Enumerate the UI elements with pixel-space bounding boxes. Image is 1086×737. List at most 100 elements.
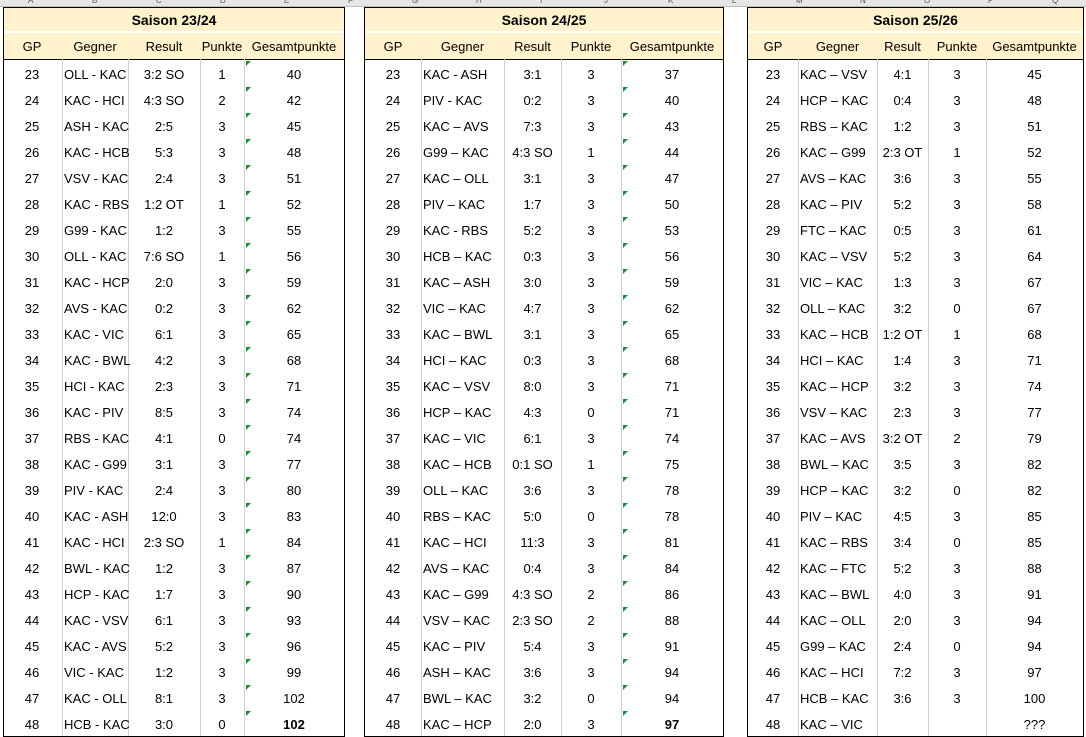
cell-gp[interactable]: 32 [365,294,421,320]
cell-opp[interactable]: HCP – KAC [800,86,877,112]
cell-res[interactable]: 6:1 [128,320,200,346]
table-row[interactable]: 24 HCP – KAC 0:4 3 48 [748,86,1083,112]
cell-tot[interactable]: 52 [244,190,344,216]
cell-res[interactable]: 0:2 [504,86,561,112]
cell-res[interactable]: 1:7 [128,580,200,606]
cell-tot[interactable]: 88 [986,554,1083,580]
cell-pk[interactable]: 3 [200,632,244,658]
cell-res[interactable]: 5:2 [877,242,928,268]
cell-gp[interactable]: 25 [365,112,421,138]
cell-res[interactable]: 0:3 [504,346,561,372]
cell-opp[interactable]: KAC - AVS [64,632,128,658]
cell-opp[interactable]: PIV – KAC [800,502,877,528]
table-row[interactable]: 37 KAC – AVS 3:2 OT 2 79 [748,424,1083,450]
cell-pk[interactable]: 3 [200,554,244,580]
table-row[interactable]: 31 KAC – ASH 3:0 3 59 [365,268,723,294]
cell-tot[interactable]: 100 [986,684,1083,710]
cell-pk[interactable]: 2 [928,424,986,450]
table-row[interactable]: 29 KAC - RBS 5:2 3 53 [365,216,723,242]
table-row[interactable]: 41 KAC – HCI 11:3 3 81 [365,528,723,554]
cell-res[interactable]: 1:2 OT [877,320,928,346]
table-row[interactable]: 30 KAC – VSV 5:2 3 64 [748,242,1083,268]
cell-res[interactable]: 2:0 [128,268,200,294]
cell-tot[interactable]: 85 [986,528,1083,554]
cell-pk[interactable]: 3 [200,580,244,606]
cell-res[interactable]: 5:3 [128,138,200,164]
cell-gp[interactable]: 35 [365,372,421,398]
cell-tot[interactable]: 52 [986,138,1083,164]
cell-res[interactable]: 4:3 [504,398,561,424]
cell-tot[interactable]: 97 [986,658,1083,684]
table-row[interactable]: 34 HCI – KAC 0:3 3 68 [365,346,723,372]
cell-res[interactable]: 0:2 [128,294,200,320]
table-row[interactable]: 28 KAC – PIV 5:2 3 58 [748,190,1083,216]
cell-gp[interactable]: 40 [365,502,421,528]
cell-gp[interactable]: 44 [748,606,798,632]
cell-tot[interactable]: 81 [621,528,723,554]
table-row[interactable]: 23 KAC - ASH 3:1 3 37 [365,60,723,86]
cell-res[interactable]: 7:6 SO [128,242,200,268]
cell-tot[interactable]: 51 [986,112,1083,138]
cell-res[interactable]: 3:5 [877,450,928,476]
cell-tot[interactable]: 44 [621,138,723,164]
cell-tot[interactable]: 43 [621,112,723,138]
cell-pk[interactable]: 3 [200,268,244,294]
cell-pk[interactable]: 3 [928,450,986,476]
cell-tot[interactable]: 94 [621,684,723,710]
cell-tot[interactable]: 48 [244,138,344,164]
cell-res[interactable]: 5:4 [504,632,561,658]
cell-gp[interactable]: 31 [748,268,798,294]
cell-gp[interactable]: 24 [748,86,798,112]
cell-pk[interactable]: 0 [561,502,621,528]
cell-res[interactable]: 7:3 [504,112,561,138]
cell-opp[interactable]: KAC – BWL [800,580,877,606]
table-row[interactable]: 39 PIV - KAC 2:4 3 80 [4,476,344,502]
table-row[interactable]: 31 KAC - HCP 2:0 3 59 [4,268,344,294]
table-row[interactable]: 28 KAC - RBS 1:2 OT 1 52 [4,190,344,216]
cell-opp[interactable]: BWL – KAC [423,684,504,710]
cell-opp[interactable]: KAC – PIV [800,190,877,216]
cell-tot[interactable]: 74 [244,424,344,450]
table-row[interactable]: 47 KAC - OLL 8:1 3 102 [4,684,344,710]
cell-res[interactable]: 4:1 [128,424,200,450]
cell-res[interactable]: 1:4 [877,346,928,372]
cell-res[interactable]: 1:2 OT [128,190,200,216]
cell-pk[interactable] [928,710,986,736]
cell-gp[interactable]: 45 [748,632,798,658]
table-row[interactable]: 36 HCP – KAC 4:3 0 71 [365,398,723,424]
cell-pk[interactable]: 3 [561,710,621,736]
cell-tot[interactable]: 94 [986,606,1083,632]
cell-pk[interactable]: 3 [928,268,986,294]
cell-tot[interactable]: 55 [986,164,1083,190]
cell-tot[interactable]: 91 [986,580,1083,606]
cell-gp[interactable]: 43 [4,580,60,606]
cell-tot[interactable]: 45 [986,60,1083,86]
cell-pk[interactable]: 3 [200,372,244,398]
cell-tot[interactable]: 59 [244,268,344,294]
table-row[interactable]: 40 RBS – KAC 5:0 0 78 [365,502,723,528]
cell-pk[interactable]: 3 [928,346,986,372]
cell-res[interactable]: 4:2 [128,346,200,372]
table-row[interactable]: 39 OLL – KAC 3:6 3 78 [365,476,723,502]
cell-pk[interactable]: 3 [561,658,621,684]
cell-opp[interactable]: HCI – KAC [800,346,877,372]
cell-pk[interactable]: 0 [928,294,986,320]
cell-opp[interactable]: VSV – KAC [800,398,877,424]
cell-opp[interactable]: KAC – VIC [423,424,504,450]
cell-res[interactable]: 3:2 SO [128,60,200,86]
cell-opp[interactable]: G99 – KAC [423,138,504,164]
table-row[interactable]: 27 KAC – OLL 3:1 3 47 [365,164,723,190]
table-row[interactable]: 43 KAC – BWL 4:0 3 91 [748,580,1083,606]
cell-pk[interactable]: 2 [200,86,244,112]
cell-tot[interactable]: 86 [621,580,723,606]
cell-gp[interactable]: 47 [365,684,421,710]
cell-tot[interactable]: 61 [986,216,1083,242]
cell-gp[interactable]: 39 [748,476,798,502]
cell-tot[interactable]: 64 [986,242,1083,268]
cell-tot[interactable]: 83 [244,502,344,528]
cell-gp[interactable]: 37 [365,424,421,450]
cell-opp[interactable]: KAC – HCP [800,372,877,398]
table-row[interactable]: 28 PIV – KAC 1:7 3 50 [365,190,723,216]
cell-opp[interactable]: VIC – KAC [800,268,877,294]
cell-res[interactable]: 7:2 [877,658,928,684]
